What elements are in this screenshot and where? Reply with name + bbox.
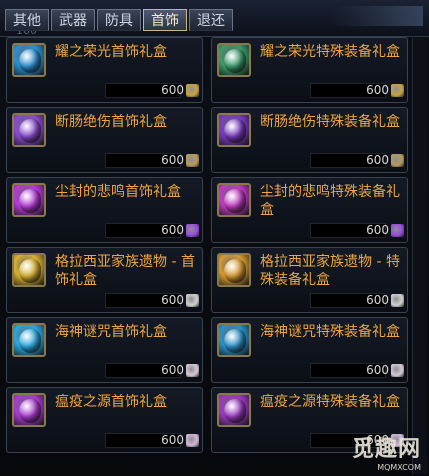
item-card[interactable]: 耀之荣光首饰礼盒 600	[6, 37, 203, 103]
tab-4[interactable]: 退还	[189, 9, 233, 31]
token-icon	[186, 154, 199, 167]
item-name: 瘟疫之源首饰礼盒	[55, 394, 167, 410]
item-price: 600	[366, 83, 389, 97]
item-price: 600	[366, 153, 389, 167]
gift-box-icon[interactable]	[217, 393, 251, 427]
tab-1[interactable]: 武器	[51, 9, 95, 31]
item-name: 耀之荣光首饰礼盒	[55, 44, 167, 60]
item-name: 格拉西亚家族遗物 - 首饰礼盒	[55, 254, 195, 288]
scrollbar[interactable]	[412, 38, 427, 474]
item-card[interactable]: 断肠绝伤特殊装备礼盒 600	[211, 107, 408, 173]
watermark-text: 觅趣网	[351, 437, 421, 462]
card-icon	[391, 364, 404, 377]
item-name: 格拉西亚家族遗物 - 特殊装备礼盒	[260, 254, 400, 288]
gift-box-icon[interactable]	[217, 323, 251, 357]
gift-box-icon[interactable]	[12, 113, 46, 147]
coin-icon	[186, 84, 199, 97]
card-icon	[186, 434, 199, 447]
gift-box-icon[interactable]	[12, 183, 46, 217]
tab-bar: 100 其他武器防具首饰退还	[0, 0, 429, 37]
scroll-icon	[391, 294, 404, 307]
item-name: 瘟疫之源特殊装备礼盒	[260, 394, 400, 410]
item-price: 600	[366, 223, 389, 237]
watermark-subtext: MQMXCOM	[377, 463, 421, 472]
item-card[interactable]: 瘟疫之源首饰礼盒 600	[6, 387, 203, 453]
item-price: 600	[161, 363, 184, 377]
top-decoration	[333, 6, 423, 26]
gem-icon	[391, 224, 404, 237]
scroll-icon	[186, 294, 199, 307]
item-card[interactable]: 尘封的悲鸣首饰礼盒 600	[6, 177, 203, 243]
gift-box-icon[interactable]	[217, 43, 251, 77]
item-card[interactable]: 海神谜咒特殊装备礼盒 600	[211, 317, 408, 383]
item-grid: 耀之荣光首饰礼盒 600 耀之荣光特殊装备礼盒 600 断肠绝伤首饰礼盒 600 断肠绝伤特…	[6, 37, 408, 453]
token-icon	[391, 154, 404, 167]
gift-box-icon[interactable]	[217, 183, 251, 217]
tab-list: 其他 武器 防具 首饰 退还	[5, 9, 233, 31]
item-price: 600	[161, 153, 184, 167]
item-card[interactable]: 断肠绝伤首饰礼盒 600	[6, 107, 203, 173]
gift-box-icon[interactable]	[217, 113, 251, 147]
gem-icon	[186, 224, 199, 237]
shop-window: 100 其他武器防具首饰退还 耀之荣光首饰礼盒600耀之荣光特殊装备礼盒600断…	[0, 0, 429, 476]
item-name: 海神谜咒首饰礼盒	[55, 324, 167, 340]
tab-0[interactable]: 其他	[5, 9, 49, 31]
item-card[interactable]: 格拉西亚家族遗物 - 首饰礼盒 600	[6, 247, 203, 313]
gift-box-icon[interactable]	[12, 393, 46, 427]
item-card[interactable]: 海神谜咒首饰礼盒 600	[6, 317, 203, 383]
watermark-logo: 觅趣网 MQMXCOM	[352, 431, 421, 472]
item-price: 600	[161, 433, 184, 447]
gift-box-icon[interactable]	[12, 323, 46, 357]
item-name: 尘封的悲鸣首饰礼盒	[55, 184, 181, 200]
item-card[interactable]: 耀之荣光特殊装备礼盒 600	[211, 37, 408, 103]
item-price: 600	[366, 293, 389, 307]
gift-box-icon[interactable]	[12, 253, 46, 287]
item-name: 断肠绝伤特殊装备礼盒	[260, 114, 400, 130]
item-name: 断肠绝伤首饰礼盒	[55, 114, 167, 130]
item-name: 耀之荣光特殊装备礼盒	[260, 44, 400, 60]
item-name: 尘封的悲鸣特殊装备礼盒	[260, 184, 400, 218]
item-price: 600	[366, 363, 389, 377]
item-name: 海神谜咒特殊装备礼盒	[260, 324, 400, 340]
tab-2[interactable]: 防具	[97, 9, 141, 31]
item-card[interactable]: 格拉西亚家族遗物 - 特殊装备礼盒 600	[211, 247, 408, 313]
item-price: 600	[161, 223, 184, 237]
item-card[interactable]: 尘封的悲鸣特殊装备礼盒 600	[211, 177, 408, 243]
gift-box-icon[interactable]	[217, 253, 251, 287]
item-price: 600	[161, 293, 184, 307]
card-icon	[186, 364, 199, 377]
item-price: 600	[161, 83, 184, 97]
coin-icon	[391, 84, 404, 97]
tab-3[interactable]: 首饰	[143, 9, 187, 31]
gift-box-icon[interactable]	[12, 43, 46, 77]
